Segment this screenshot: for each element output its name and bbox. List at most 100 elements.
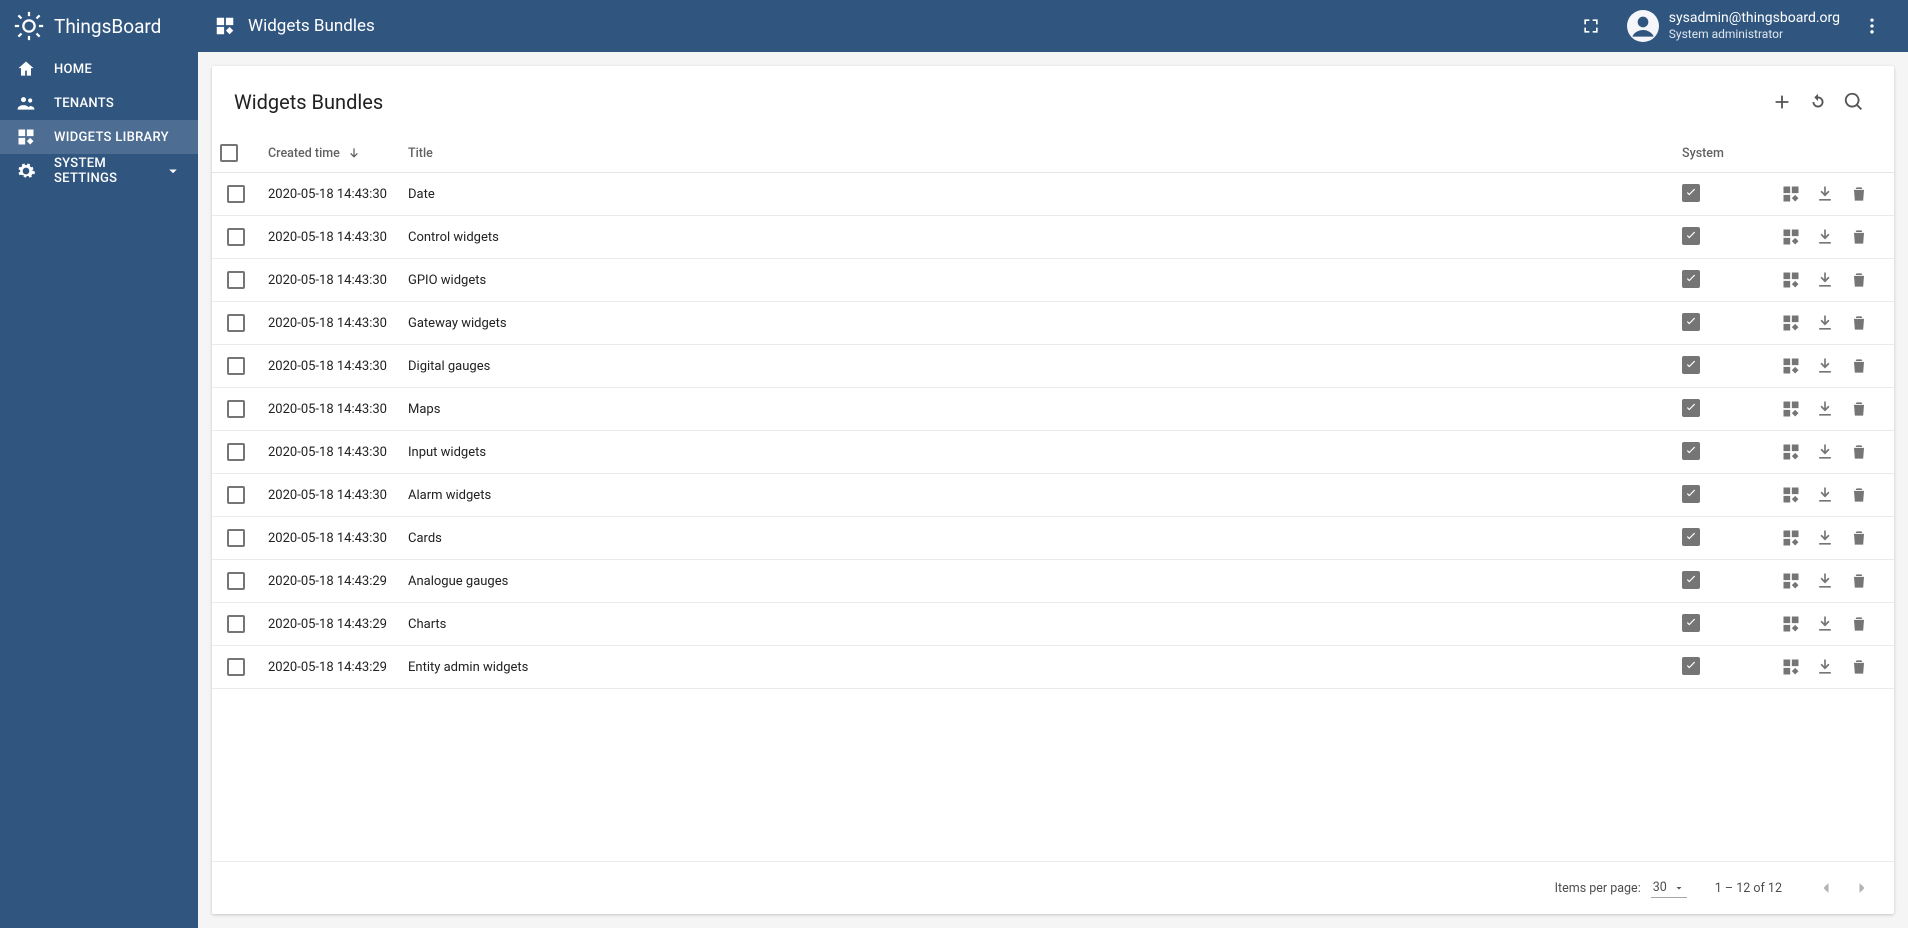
delete-button[interactable] (1844, 222, 1874, 252)
bundles-table: Created time Title System 2020-05-18 14:… (212, 134, 1894, 689)
table-row[interactable]: 2020-05-18 14:43:30Cards (212, 517, 1894, 560)
delete-button[interactable] (1844, 566, 1874, 596)
table-row[interactable]: 2020-05-18 14:43:29Entity admin widgets (212, 646, 1894, 689)
table-row[interactable]: 2020-05-18 14:43:30Control widgets (212, 216, 1894, 259)
export-button[interactable] (1810, 566, 1840, 596)
delete-button[interactable] (1844, 308, 1874, 338)
people-icon (16, 93, 36, 113)
system-check-icon (1682, 399, 1700, 417)
sort-desc-icon (347, 146, 361, 160)
table-row[interactable]: 2020-05-18 14:43:30Gateway widgets (212, 302, 1894, 345)
export-button[interactable] (1810, 480, 1840, 510)
refresh-button[interactable] (1800, 84, 1836, 120)
cell-created: 2020-05-18 14:43:29 (260, 646, 400, 689)
search-button[interactable] (1836, 84, 1872, 120)
open-widgets-button[interactable] (1776, 222, 1806, 252)
export-button[interactable] (1810, 523, 1840, 553)
open-widgets-button[interactable] (1776, 179, 1806, 209)
export-button[interactable] (1810, 308, 1840, 338)
table-row[interactable]: 2020-05-18 14:43:30Alarm widgets (212, 474, 1894, 517)
nav-item-home[interactable]: HOME (0, 52, 198, 86)
export-button[interactable] (1810, 652, 1840, 682)
open-widgets-button[interactable] (1776, 394, 1806, 424)
open-widgets-button[interactable] (1776, 609, 1806, 639)
prev-page-button[interactable] (1810, 872, 1842, 904)
system-check-icon (1682, 571, 1700, 589)
row-checkbox[interactable] (227, 228, 245, 246)
system-check-icon (1682, 227, 1700, 245)
widgets-icon (16, 127, 36, 147)
dropdown-icon (1673, 882, 1685, 894)
export-button[interactable] (1810, 437, 1840, 467)
brand-logo[interactable]: ThingsBoard (0, 0, 198, 52)
export-button[interactable] (1810, 394, 1840, 424)
select-all-checkbox[interactable] (220, 144, 238, 162)
table-row[interactable]: 2020-05-18 14:43:30GPIO widgets (212, 259, 1894, 302)
row-checkbox[interactable] (227, 357, 245, 375)
col-title[interactable]: Title (400, 134, 1674, 173)
delete-button[interactable] (1844, 265, 1874, 295)
open-widgets-button[interactable] (1776, 351, 1806, 381)
row-checkbox[interactable] (227, 529, 245, 547)
nav-label: HOME (54, 62, 92, 77)
export-button[interactable] (1810, 222, 1840, 252)
row-checkbox[interactable] (227, 185, 245, 203)
col-system[interactable]: System (1674, 134, 1754, 173)
export-button[interactable] (1810, 609, 1840, 639)
row-checkbox[interactable] (227, 443, 245, 461)
table-row[interactable]: 2020-05-18 14:43:30Digital gauges (212, 345, 1894, 388)
delete-button[interactable] (1844, 179, 1874, 209)
row-checkbox[interactable] (227, 400, 245, 418)
table-row[interactable]: 2020-05-18 14:43:30Date (212, 173, 1894, 216)
delete-button[interactable] (1844, 480, 1874, 510)
open-widgets-button[interactable] (1776, 566, 1806, 596)
open-widgets-button[interactable] (1776, 437, 1806, 467)
row-checkbox[interactable] (227, 658, 245, 676)
row-checkbox[interactable] (227, 615, 245, 633)
export-button[interactable] (1810, 351, 1840, 381)
cell-title: Date (400, 173, 1674, 216)
open-widgets-button[interactable] (1776, 265, 1806, 295)
cell-title: Digital gauges (400, 345, 1674, 388)
delete-button[interactable] (1844, 351, 1874, 381)
delete-button[interactable] (1844, 609, 1874, 639)
open-widgets-button[interactable] (1776, 523, 1806, 553)
export-button[interactable] (1810, 179, 1840, 209)
user-menu[interactable]: sysadmin@thingsboard.org System administ… (1627, 10, 1840, 43)
row-checkbox[interactable] (227, 314, 245, 332)
delete-button[interactable] (1844, 437, 1874, 467)
widgets-icon (214, 15, 236, 37)
table-row[interactable]: 2020-05-18 14:43:29Charts (212, 603, 1894, 646)
avatar-icon (1627, 10, 1659, 42)
cell-system (1674, 259, 1754, 302)
sidebar: ThingsBoard HOME TENANTS WIDGETS LIBRARY SY… (0, 0, 198, 928)
row-checkbox[interactable] (227, 572, 245, 590)
table-row[interactable]: 2020-05-18 14:43:29Analogue gauges (212, 560, 1894, 603)
delete-button[interactable] (1844, 652, 1874, 682)
table-row[interactable]: 2020-05-18 14:43:30Input widgets (212, 431, 1894, 474)
add-button[interactable] (1764, 84, 1800, 120)
nav-label: WIDGETS LIBRARY (54, 130, 169, 145)
nav-item-widgets-library[interactable]: WIDGETS LIBRARY (0, 120, 198, 154)
row-checkbox[interactable] (227, 486, 245, 504)
open-widgets-button[interactable] (1776, 652, 1806, 682)
cell-system (1674, 431, 1754, 474)
open-widgets-button[interactable] (1776, 308, 1806, 338)
fullscreen-button[interactable] (1571, 6, 1611, 46)
system-check-icon (1682, 485, 1700, 503)
open-widgets-button[interactable] (1776, 480, 1806, 510)
export-button[interactable] (1810, 265, 1840, 295)
page-size-select[interactable]: 30 (1651, 878, 1687, 898)
delete-button[interactable] (1844, 394, 1874, 424)
table-row[interactable]: 2020-05-18 14:43:30Maps (212, 388, 1894, 431)
nav-item-system-settings[interactable]: SYSTEM SETTINGS (0, 154, 198, 188)
row-checkbox[interactable] (227, 271, 245, 289)
more-menu-button[interactable] (1852, 6, 1892, 46)
cell-title: Cards (400, 517, 1674, 560)
cell-title: GPIO widgets (400, 259, 1674, 302)
col-created[interactable]: Created time (260, 134, 400, 173)
next-page-button[interactable] (1846, 872, 1878, 904)
delete-button[interactable] (1844, 523, 1874, 553)
nav-item-tenants[interactable]: TENANTS (0, 86, 198, 120)
cell-title: Charts (400, 603, 1674, 646)
